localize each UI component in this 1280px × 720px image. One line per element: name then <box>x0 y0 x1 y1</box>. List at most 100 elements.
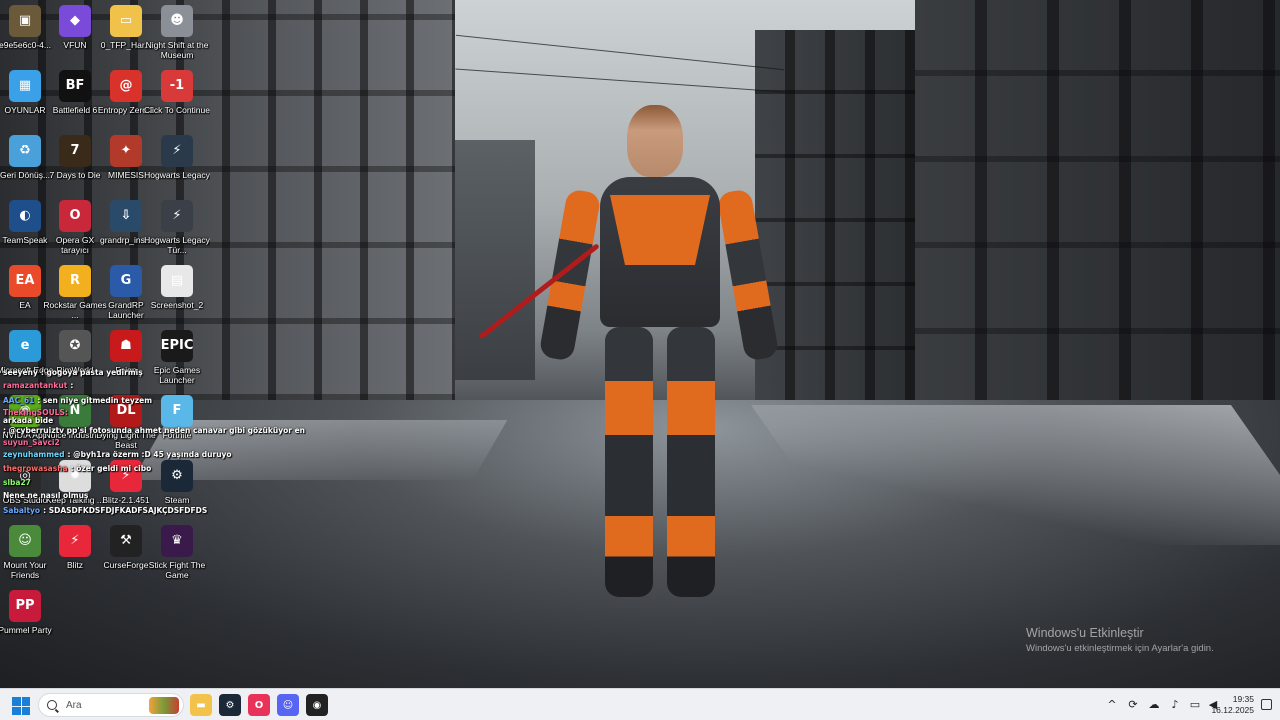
chat-message: Nene ne nasıl olmuş <box>3 491 88 500</box>
mount-your-friends-icon: ☺ <box>9 525 41 557</box>
desktop-icon-label: Stick Fight The Game <box>148 560 206 580</box>
7-days-icon: 7 <box>59 135 91 167</box>
search-icon <box>47 700 57 710</box>
vfun-icon: ◆ <box>59 5 91 37</box>
desktop-icon-night-shift[interactable]: ☻ Night Shift at the Museum <box>144 5 210 60</box>
chat-text: : <box>70 381 74 390</box>
chat-message: Sabaltyo: SDASDFKDSFDJFKADFSAJKÇDSFDFDS <box>3 506 207 515</box>
chat-text: : özer geldi mi cibo <box>70 464 152 473</box>
entropy-zero-icon: @ <box>110 70 142 102</box>
chat-message: AAC_61: sen niye gitmedin teyzem <box>3 396 152 405</box>
chat-text: Nene ne nasıl olmuş <box>3 491 89 500</box>
chat-username: suyun_Savci2 <box>3 438 60 447</box>
desktop-icon-stick-fight[interactable]: ♛ Stick Fight The Game <box>144 525 210 580</box>
start-button[interactable] <box>12 697 30 715</box>
screenshot-file-icon: ▤ <box>161 265 193 297</box>
desktop-icon-screenshot-file[interactable]: ▤ Screenshot_2 <box>144 265 210 310</box>
chat-message: zeynuhammed: @byh1ra özerm :D 45 yaşında… <box>3 450 232 459</box>
chat-username: slba27 <box>3 478 31 487</box>
activation-title: Windows'u Etkinleştir <box>1026 626 1144 640</box>
chat-text: : SDASDFKDSFDJFKADFSAJKÇDSFDFDS <box>43 506 208 515</box>
games-folder-icon: ▦ <box>9 70 41 102</box>
windows-logo-icon <box>12 697 21 706</box>
fortnite-icon: F <box>161 395 193 427</box>
desktop-icon-label: Pummel Party <box>0 625 52 635</box>
tray-network-icon[interactable]: ▭ <box>1188 698 1202 712</box>
chat-message: slba27 <box>3 478 34 487</box>
ea-icon: EA <box>9 265 41 297</box>
curseforge-icon: ⚒ <box>110 525 142 557</box>
click-to-continue-icon: -1 <box>161 70 193 102</box>
chat-username: zeynuhammed <box>3 450 65 459</box>
taskbar-app-icon[interactable]: ◉ <box>306 694 328 716</box>
chat-text: : @byh1ra özerm :D 45 yaşında duruyo <box>67 450 232 459</box>
taskbar-steam-icon[interactable]: ⚙ <box>219 694 241 716</box>
installer-icon: ⇩ <box>110 200 142 232</box>
windows-activation-watermark: Windows'u Etkinleştir Windows'u etkinleş… <box>1026 626 1214 654</box>
chat-message: suyun_Savci2 <box>3 438 63 447</box>
chat-username: AAC_61 <box>3 396 35 405</box>
epic-games-icon: EPIC <box>161 330 193 362</box>
taskbar-file-explorer-icon[interactable]: ▬ <box>190 694 212 716</box>
taskbar-search[interactable]: Ara <box>38 693 184 717</box>
tray-microphone-icon[interactable]: ♪ <box>1168 698 1182 712</box>
chat-username: thegrowasasha <box>3 464 68 473</box>
chat-message: arkada bide <box>3 416 53 425</box>
taskbar-discord-icon[interactable]: ☺ <box>277 694 299 716</box>
tray-overflow-chevron-icon[interactable]: ^ <box>1105 698 1119 712</box>
activation-subtitle: Windows'u etkinleştirmek için Ayarlar'a … <box>1026 643 1214 654</box>
chat-message: seeyeny: gogoya pasta yedirmiş <box>3 368 143 377</box>
opera-gx-icon: O <box>59 200 91 232</box>
pummel-party-icon: PP <box>9 590 41 622</box>
desktop-icon-epic-games[interactable]: EPIC Epic Games Launcher <box>144 330 210 385</box>
stick-fight-icon: ♛ <box>161 525 193 557</box>
chat-text: : sen niye gitmedin teyzem <box>37 396 153 405</box>
chat-message: ramazantankut: <box>3 381 73 390</box>
blitz-icon: ⚡ <box>59 525 91 557</box>
image-file-icon: ▣ <box>9 5 41 37</box>
battlefield-icon: BF <box>59 70 91 102</box>
desktop-icon-hogwarts[interactable]: ⚡ Hogwarts Legacy <box>144 135 210 180</box>
desktop-icon-label: Night Shift at the Museum <box>145 40 209 60</box>
mimesis-icon: ✦ <box>110 135 142 167</box>
teamspeak-icon: ◐ <box>9 200 41 232</box>
desktop-icon-label: Hogwarts Legacy <box>144 170 210 180</box>
rockstar-icon: R <box>59 265 91 297</box>
desktop-icon-pummel-party[interactable]: PP Pummel Party <box>0 590 58 635</box>
desktop-icon-click-to-continue[interactable]: -1 Click To Continue <box>144 70 210 115</box>
chat-username: seeyeny <box>3 368 38 377</box>
night-shift-icon: ☻ <box>161 5 193 37</box>
feign-icon: ☗ <box>110 330 142 362</box>
chat-text: : gogoya pasta yedirmiş <box>40 368 143 377</box>
desktop-icon-steam[interactable]: ⚙ Steam <box>144 460 210 505</box>
chat-text: : @cyberruiztv pp'si fotosunda ahmet ned… <box>3 426 305 435</box>
notification-center-icon[interactable] <box>1261 699 1272 710</box>
tray-cloud-icon[interactable]: ☁ <box>1147 698 1161 712</box>
chat-message: : @cyberruiztv pp'si fotosunda ahmet ned… <box>3 426 305 435</box>
desktop-icon-label: Click To Continue <box>144 105 210 115</box>
edge-icon: e <box>9 330 41 362</box>
folder-icon: ▭ <box>110 5 142 37</box>
desktop-icon-hogwarts-tr[interactable]: ⚡ Hogwarts Legacy Tür... <box>144 200 210 255</box>
rimworld-icon: ✪ <box>59 330 91 362</box>
desktop-icon-label: Screenshot_2 <box>150 300 204 310</box>
recycle-bin-icon: ♻ <box>9 135 41 167</box>
grandrp-icon: G <box>110 265 142 297</box>
taskbar: Ara ▬ ⚙ O ☺ ◉ ^ ⟳ ☁ ♪ ▭ ◀ 19:35 16.12.2025 <box>0 688 1280 720</box>
hogwarts-tr-icon: ⚡ <box>161 200 193 232</box>
chat-username: ramazantankut <box>3 381 68 390</box>
chat-message: thegrowasasha: özer geldi mi cibo <box>3 464 151 473</box>
steam-icon: ⚙ <box>161 460 193 492</box>
desktop-icon-label: Hogwarts Legacy Tür... <box>144 235 210 255</box>
search-highlight-icon <box>149 697 179 714</box>
desktop-icons: ▣ e9e5e6c0-4... ◆ VFUN ▭ 0_TFP_Har... ☻ Night S… <box>0 0 1280 688</box>
clock-time: 19:35 <box>1232 694 1254 704</box>
taskbar-clock[interactable]: 19:35 16.12.2025 <box>1211 694 1254 716</box>
chat-username: Sabaltyo <box>3 506 41 515</box>
tray-sync-icon[interactable]: ⟳ <box>1126 698 1140 712</box>
desktop-icon-label: Epic Games Launcher <box>153 365 201 385</box>
chat-text: arkada bide <box>3 416 54 425</box>
search-placeholder: Ara <box>66 699 82 711</box>
taskbar-opera-gx-icon[interactable]: O <box>248 694 270 716</box>
desktop-icon-label: Steam <box>164 495 190 505</box>
